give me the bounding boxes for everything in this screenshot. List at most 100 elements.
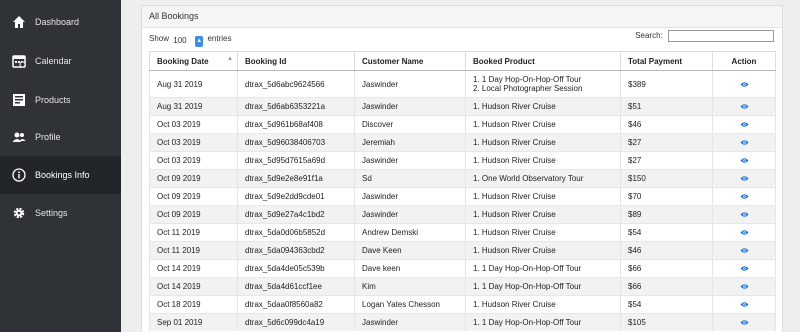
action-cell (712, 205, 776, 224)
sidebar-item-settings[interactable]: Settings (0, 194, 121, 232)
customer-name-cell: Dave Keen (354, 241, 466, 260)
total-payment-cell: $51 (620, 97, 713, 116)
booking-date-cell: Oct 18 2019 (149, 295, 238, 314)
header-booked-product[interactable]: Booked Product (465, 51, 621, 71)
select-caret-icon: ▲ (195, 36, 204, 47)
customer-name-cell: Discover (354, 115, 466, 134)
action-cell (712, 259, 776, 278)
customer-name-cell: Andrew Demski (354, 223, 466, 242)
product-line: 1. Hudson River Cruise (473, 102, 556, 111)
sidebar-item-label: Settings (35, 208, 68, 218)
table-row: Oct 09 2019 dtrax_5d9e27a4c1bd2 Jaswinder 1… (149, 205, 776, 224)
booked-product-cell: 1. Hudson River Cruise (465, 205, 621, 224)
sidebar-item-profile[interactable]: Profile (0, 118, 121, 156)
total-payment-cell: $27 (620, 151, 713, 170)
view-eye-icon[interactable] (739, 193, 749, 200)
products-icon (13, 94, 25, 106)
show-label: Show (149, 34, 170, 43)
sidebar: Dashboard Calendar Products Profile Book… (0, 0, 121, 332)
booking-date-cell: Oct 14 2019 (149, 277, 238, 296)
customer-name-cell: Logan Yates Chesson (354, 295, 466, 314)
view-eye-icon[interactable] (739, 211, 749, 218)
sidebar-item-bookings-info[interactable]: Bookings Info (0, 156, 121, 194)
view-eye-icon[interactable] (739, 229, 749, 236)
search-label: Search: (635, 31, 663, 41)
header-total-payment[interactable]: Total Payment (620, 51, 713, 71)
product-line: 1. Hudson River Cruise (473, 192, 556, 201)
total-payment-cell: $66 (620, 259, 713, 278)
booked-product-cell: 1. 1 Day Hop-On-Hop-Off Tour (465, 313, 621, 331)
table-row: Aug 31 2019 dtrax_5d6ab6353221a Jaswinder 1… (149, 97, 776, 116)
table-row: Oct 09 2019 dtrax_5d9e2dd9cde01 Jaswinder 1… (149, 187, 776, 206)
booked-product-cell: 1. Hudson River Cruise (465, 151, 621, 170)
view-eye-icon[interactable] (739, 265, 749, 272)
panel-title: All Bookings (142, 6, 782, 28)
action-cell (712, 97, 776, 116)
customer-name-cell: Jaswinder (354, 70, 466, 98)
header-customer-name[interactable]: Customer Name (354, 51, 466, 71)
header-booking-date[interactable]: Booking Date ▲ (149, 51, 238, 71)
booking-date-cell: Oct 14 2019 (149, 259, 238, 278)
view-eye-icon[interactable] (739, 81, 749, 88)
view-eye-icon[interactable] (739, 283, 749, 290)
sidebar-item-dashboard[interactable]: Dashboard (0, 3, 121, 41)
sort-asc-icon: ▲ (227, 56, 233, 62)
total-payment-cell: $54 (620, 223, 713, 242)
total-payment-cell: $389 (620, 70, 713, 98)
view-eye-icon[interactable] (739, 301, 749, 308)
view-eye-icon[interactable] (739, 157, 749, 164)
product-line: 1. Hudson River Cruise (473, 156, 556, 165)
view-eye-icon[interactable] (739, 139, 749, 146)
view-eye-icon[interactable] (739, 319, 749, 326)
customer-name-cell: Jaswinder (354, 313, 466, 331)
booked-product-cell: 1. Hudson River Cruise (465, 187, 621, 206)
booking-id-cell: dtrax_5da0d06b5852d (237, 223, 355, 242)
booking-date-cell: Aug 31 2019 (149, 97, 238, 116)
booked-product-cell: 1. Hudson River Cruise (465, 133, 621, 152)
action-cell (712, 70, 776, 98)
total-payment-cell: $89 (620, 205, 713, 224)
booking-id-cell: dtrax_5da094363cbd2 (237, 241, 355, 260)
product-line: 1. One World Observatory Tour (473, 174, 584, 183)
header-action[interactable]: Action (712, 51, 776, 71)
product-line: 1. 1 Day Hop-On-Hop-Off Tour (473, 75, 582, 84)
booking-id-cell: dtrax_5d9e2e8e91f1a (237, 169, 355, 188)
bookings-table: Booking Date ▲ Booking Id Customer Name B… (149, 51, 776, 331)
total-payment-cell: $46 (620, 241, 713, 260)
table-header-row: Booking Date ▲ Booking Id Customer Name B… (149, 51, 776, 71)
view-eye-icon[interactable] (739, 103, 749, 110)
customer-name-cell: Dave keen (354, 259, 466, 278)
view-eye-icon[interactable] (739, 175, 749, 182)
booking-date-cell: Oct 03 2019 (149, 115, 238, 134)
calendar-icon (12, 55, 26, 68)
booking-id-cell: dtrax_5d961b68af408 (237, 115, 355, 134)
sidebar-item-products[interactable]: Products (0, 81, 121, 119)
action-cell (712, 115, 776, 134)
booking-date-cell: Oct 03 2019 (149, 151, 238, 170)
sidebar-item-label: Calendar (35, 56, 72, 66)
total-payment-cell: $27 (620, 133, 713, 152)
action-cell (712, 169, 776, 188)
booked-product-cell: 1. 1 Day Hop-On-Hop-Off Tour (465, 259, 621, 278)
entries-control: Show 100 ▲ entries (149, 34, 232, 47)
view-eye-icon[interactable] (739, 247, 749, 254)
sidebar-item-calendar[interactable]: Calendar (0, 42, 121, 80)
total-payment-cell: $66 (620, 277, 713, 296)
table-row: Oct 03 2019 dtrax_5d96038406703 Jeremiah 1.… (149, 133, 776, 152)
view-eye-icon[interactable] (739, 121, 749, 128)
header-booking-id[interactable]: Booking Id (237, 51, 355, 71)
product-line: 1. Hudson River Cruise (473, 228, 556, 237)
customer-name-cell: Jaswinder (354, 97, 466, 116)
product-line: 1. Hudson River Cruise (473, 138, 556, 147)
entries-select[interactable]: 100 ▲ (173, 36, 204, 47)
product-line: 1. Hudson River Cruise (473, 120, 556, 129)
action-cell (712, 187, 776, 206)
customer-name-cell: Jaswinder (354, 205, 466, 224)
booked-product-cell: 1. Hudson River Cruise (465, 97, 621, 116)
booking-date-cell: Oct 09 2019 (149, 169, 238, 188)
search-input[interactable] (668, 30, 774, 42)
customer-name-cell: Sd (354, 169, 466, 188)
entries-label: entries (207, 34, 232, 43)
users-icon (12, 132, 26, 142)
table-row: Oct 09 2019 dtrax_5d9e2e8e91f1a Sd 1. One W… (149, 169, 776, 188)
